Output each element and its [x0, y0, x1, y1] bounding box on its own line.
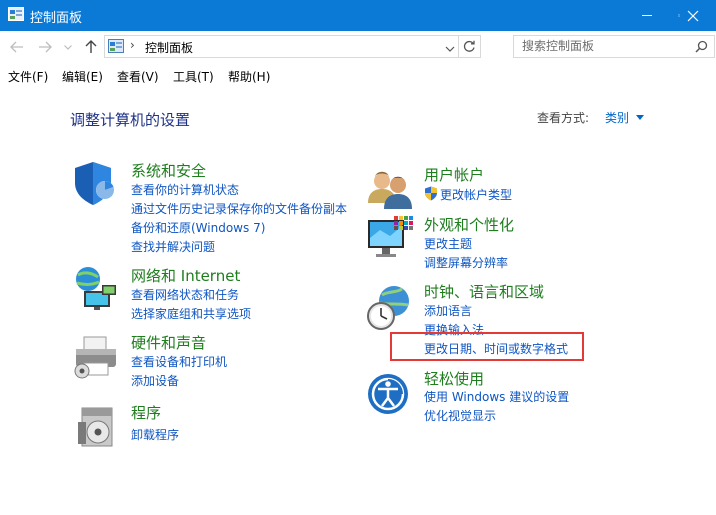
category-title-clock-region[interactable]: 时钟、语言和区域 [424, 281, 544, 302]
main-content: 调整计算机的设置 查看方式: 类别 系统和安全 查看你的计算机状态 通过文件历史… [0, 87, 716, 515]
close-button[interactable] [670, 0, 716, 31]
recent-locations-button[interactable] [62, 39, 74, 55]
view-by-dropdown[interactable]: 类别 [605, 109, 629, 126]
category-title-appearance[interactable]: 外观和个性化 [424, 214, 514, 235]
category-title-programs[interactable]: 程序 [131, 402, 161, 423]
close-icon [687, 10, 699, 21]
search-box[interactable] [513, 35, 715, 58]
link-optimize-visual-display[interactable]: 优化视觉显示 [424, 407, 496, 424]
menu-file[interactable]: 文件(F) [8, 68, 48, 85]
back-button[interactable] [8, 39, 26, 55]
menu-view[interactable]: 查看(V) [117, 68, 159, 85]
refresh-button[interactable] [458, 36, 480, 57]
title-bar: 控制面板 [0, 0, 716, 31]
highlight-box [390, 332, 584, 361]
menu-edit[interactable]: 编辑(E) [62, 68, 103, 85]
category-title-hardware-sound[interactable]: 硬件和声音 [131, 332, 206, 353]
menu-bar: 文件(F) 编辑(E) 查看(V) 工具(T) 帮助(H) [0, 63, 716, 87]
link-change-account-type[interactable]: 更改帐户类型 [440, 186, 512, 203]
forward-button[interactable] [36, 39, 54, 55]
chevron-down-icon [445, 46, 455, 52]
caret-down-icon[interactable] [636, 115, 644, 120]
link-change-theme[interactable]: 更改主题 [424, 235, 472, 252]
link-uninstall-program[interactable]: 卸载程序 [131, 426, 179, 443]
programs-icon[interactable] [72, 402, 120, 450]
address-dropdown-button[interactable] [445, 41, 455, 55]
shield-icon[interactable] [72, 159, 120, 207]
link-backup-restore[interactable]: 备份和还原(Windows 7) [131, 219, 265, 236]
monitor-icon[interactable] [366, 214, 414, 262]
arrow-right-icon [39, 41, 52, 53]
chevron-down-icon [64, 44, 72, 50]
category-title-system-security[interactable]: 系统和安全 [131, 160, 206, 181]
up-button[interactable] [82, 39, 100, 55]
network-icon[interactable] [72, 265, 120, 313]
search-input[interactable] [522, 39, 692, 53]
category-title-user-accounts[interactable]: 用户帐户 [424, 164, 484, 185]
arrow-up-icon [85, 40, 97, 53]
link-view-computer-status[interactable]: 查看你的计算机状态 [131, 181, 239, 198]
menu-help[interactable]: 帮助(H) [228, 68, 270, 85]
users-icon[interactable] [366, 165, 414, 213]
navigation-bar: › 控制面板 [0, 31, 716, 63]
ease-of-access-icon[interactable] [366, 370, 414, 418]
refresh-icon [463, 40, 475, 52]
breadcrumb-separator[interactable]: › [130, 38, 135, 52]
control-panel-icon [108, 39, 124, 54]
uac-shield-icon [424, 186, 438, 201]
printer-icon[interactable] [72, 333, 120, 381]
link-homegroup-sharing[interactable]: 选择家庭组和共享选项 [131, 305, 251, 322]
view-by-label: 查看方式: [537, 111, 590, 125]
page-title: 调整计算机的设置 [70, 111, 191, 129]
category-title-network[interactable]: 网络和 Internet [131, 265, 240, 286]
clock-globe-icon[interactable] [366, 283, 414, 331]
link-add-device[interactable]: 添加设备 [131, 372, 179, 389]
menu-tools[interactable]: 工具(T) [173, 68, 214, 85]
control-panel-icon [8, 7, 24, 22]
window-title: 控制面板 [30, 11, 83, 26]
link-devices-printers[interactable]: 查看设备和打印机 [131, 353, 227, 370]
search-icon[interactable] [695, 40, 708, 56]
link-file-history-backup[interactable]: 通过文件历史记录保存你的文件备份副本 [131, 200, 347, 217]
link-add-language[interactable]: 添加语言 [424, 302, 472, 319]
link-screen-resolution[interactable]: 调整屏幕分辨率 [424, 254, 508, 271]
address-bar[interactable]: › 控制面板 [104, 35, 481, 58]
link-windows-recommended-settings[interactable]: 使用 Windows 建议的设置 [424, 388, 569, 405]
link-troubleshoot[interactable]: 查找并解决问题 [131, 238, 215, 255]
breadcrumb-control-panel[interactable]: 控制面板 [145, 39, 193, 56]
arrow-left-icon [10, 41, 23, 53]
category-title-ease-of-access[interactable]: 轻松使用 [424, 368, 484, 389]
link-network-status[interactable]: 查看网络状态和任务 [131, 286, 239, 303]
